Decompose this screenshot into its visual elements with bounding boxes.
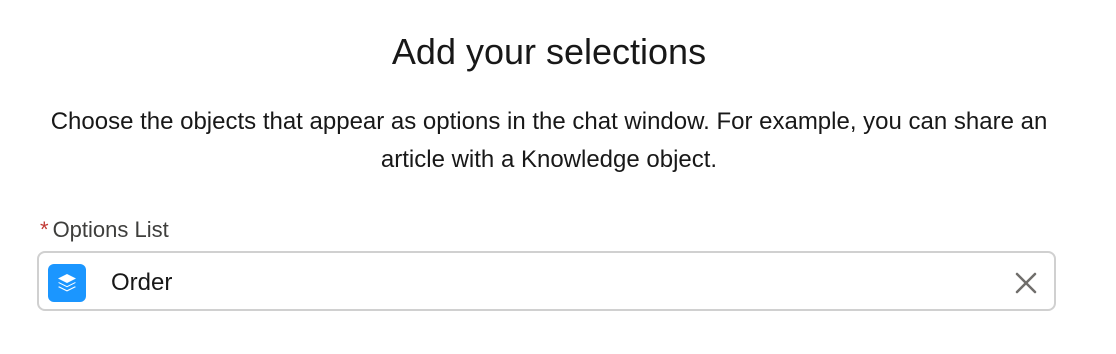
options-list-combobox[interactable]: Order [37, 251, 1056, 311]
page-description: Choose the objects that appear as option… [50, 108, 1048, 173]
selection-panel: Add your selections Choose the objects t… [0, 0, 1116, 354]
page-title: Add your selections [391, 31, 707, 72]
clear-selection-button[interactable] [1012, 269, 1040, 297]
required-marker: * [40, 217, 49, 242]
stacked-layers-icon [48, 264, 86, 302]
options-list-label: * Options List [40, 214, 169, 246]
selected-value: Order [111, 269, 173, 296]
close-icon [1015, 272, 1037, 294]
options-list-label-text: Options List [52, 217, 169, 242]
